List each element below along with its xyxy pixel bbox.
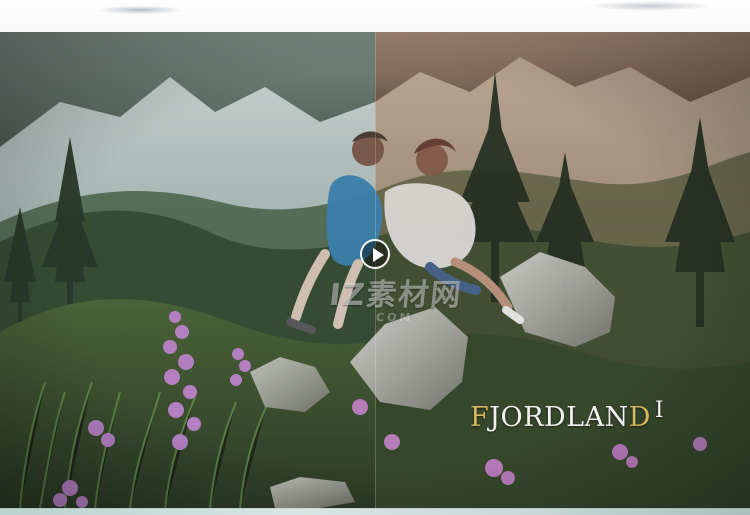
bottom-strip <box>0 508 750 515</box>
brand-middle: JORDLAN <box>489 402 629 433</box>
play-icon[interactable] <box>360 239 390 269</box>
panel-divider <box>375 32 376 508</box>
top-strip <box>0 0 750 33</box>
brand-last-letter: D <box>628 402 651 433</box>
brand-first-letter: F <box>470 402 490 433</box>
brand-logo: FJORDLAND I <box>470 398 664 433</box>
photo-area: IZ素材网 COM FJORDLAND I <box>0 32 750 508</box>
screenshot-frame: IZ素材网 COM FJORDLAND I <box>0 0 750 515</box>
brand-tail: I <box>654 398 665 423</box>
